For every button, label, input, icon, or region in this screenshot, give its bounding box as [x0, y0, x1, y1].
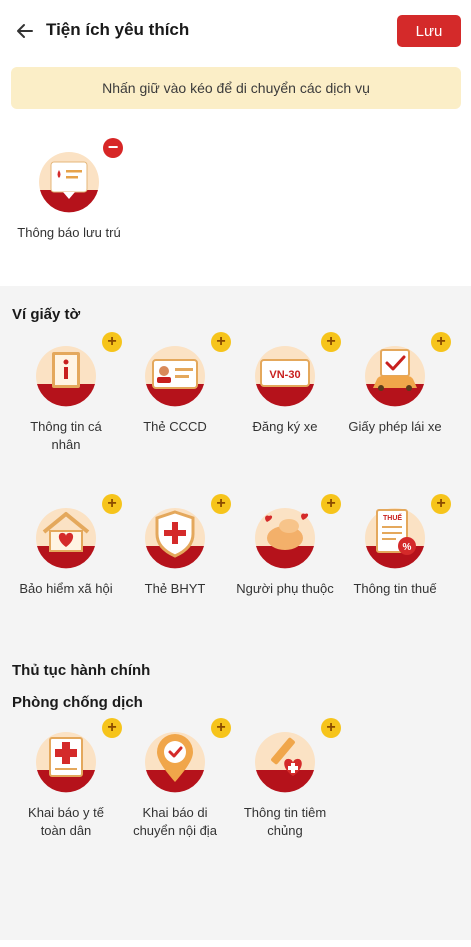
service-label: Thẻ BHYT: [144, 581, 206, 596]
page-title: Tiện ích yêu thích: [46, 20, 190, 39]
favorite-label: Thông báo lưu trú: [17, 225, 121, 240]
service-vehicle-registration[interactable]: VN-30 + Đăng ký xe: [229, 332, 341, 436]
service-label: Người phụ thuộc: [236, 581, 334, 596]
service-label: Khai báo y tế toàn dân: [28, 805, 104, 838]
remove-favorite-icon[interactable]: −: [103, 138, 123, 158]
back-arrow-icon[interactable]: [12, 18, 38, 44]
service-social-insurance[interactable]: + Bảo hiểm xã hội: [10, 494, 122, 598]
add-favorite-icon[interactable]: +: [321, 494, 341, 514]
service-tax-info[interactable]: THUẾ % + Thông tin thuế: [339, 494, 451, 598]
service-label: Khai báo di chuyển nội địa: [133, 805, 217, 838]
social-insurance-icon: +: [34, 494, 122, 570]
service-label: Thông tin thuế: [353, 581, 437, 596]
add-favorite-icon[interactable]: +: [211, 332, 231, 352]
health-declaration-icon: +: [34, 718, 122, 794]
bottom-safe-area: [0, 940, 471, 947]
svg-text:%: %: [403, 542, 412, 553]
service-personal-info[interactable]: + Thông tin cá nhân: [10, 332, 122, 454]
service-label: Giấy phép lái xe: [348, 419, 442, 434]
domestic-travel-icon: +: [143, 718, 231, 794]
section-title-wallet: Ví giấy tờ: [12, 306, 81, 323]
service-domestic-travel[interactable]: + Khai báo di chuyển nội địa: [119, 718, 231, 840]
service-dependents[interactable]: + Người phụ thuộc: [229, 494, 341, 598]
add-favorite-icon[interactable]: +: [211, 494, 231, 514]
save-button[interactable]: Lưu: [397, 15, 461, 47]
add-favorite-icon[interactable]: +: [321, 718, 341, 738]
section-title-admin: Thủ tục hành chính: [12, 662, 151, 679]
add-favorite-icon[interactable]: +: [431, 494, 451, 514]
vehicle-registration-icon: VN-30 +: [253, 332, 341, 408]
drag-hint-banner: Nhấn giữ vào kéo để di chuyển các dịch v…: [11, 67, 461, 109]
residence-notice-icon: −: [37, 138, 123, 214]
favorite-item-residence-notice[interactable]: − Thông báo lưu trú: [13, 138, 125, 242]
service-label: Thông tin tiêm chủng: [243, 805, 327, 838]
vaccination-icon: +: [253, 718, 341, 794]
service-health-insurance[interactable]: + Thẻ BHYT: [119, 494, 231, 598]
plate-text: VN-30: [269, 369, 300, 381]
service-label: Thẻ CCCD: [143, 419, 207, 434]
service-driver-license[interactable]: + Giấy phép lái xe: [339, 332, 451, 436]
health-insurance-icon: +: [143, 494, 231, 570]
service-vaccination[interactable]: + Thông tin tiêm chủng: [229, 718, 341, 840]
favorites-panel: Nhấn giữ vào kéo để di chuyển các dịch v…: [0, 62, 471, 286]
section-title-epidemic: Phòng chống dịch: [12, 694, 143, 711]
add-favorite-icon[interactable]: +: [431, 332, 451, 352]
add-favorite-icon[interactable]: +: [211, 718, 231, 738]
tax-info-icon: THUẾ % +: [363, 494, 451, 570]
service-label: Bảo hiểm xã hội: [19, 581, 113, 596]
service-label: Thông tin cá nhân: [30, 419, 102, 452]
service-label: Đăng ký xe: [252, 419, 318, 434]
id-card-icon: +: [143, 332, 231, 408]
header: Tiện ích yêu thích Lưu: [0, 0, 471, 62]
service-id-card[interactable]: + Thẻ CCCD: [119, 332, 231, 436]
add-favorite-icon[interactable]: +: [321, 332, 341, 352]
dependents-icon: +: [253, 494, 341, 570]
service-health-declaration[interactable]: + Khai báo y tế toàn dân: [10, 718, 122, 840]
personal-info-icon: +: [34, 332, 122, 408]
driver-license-icon: +: [363, 332, 451, 408]
